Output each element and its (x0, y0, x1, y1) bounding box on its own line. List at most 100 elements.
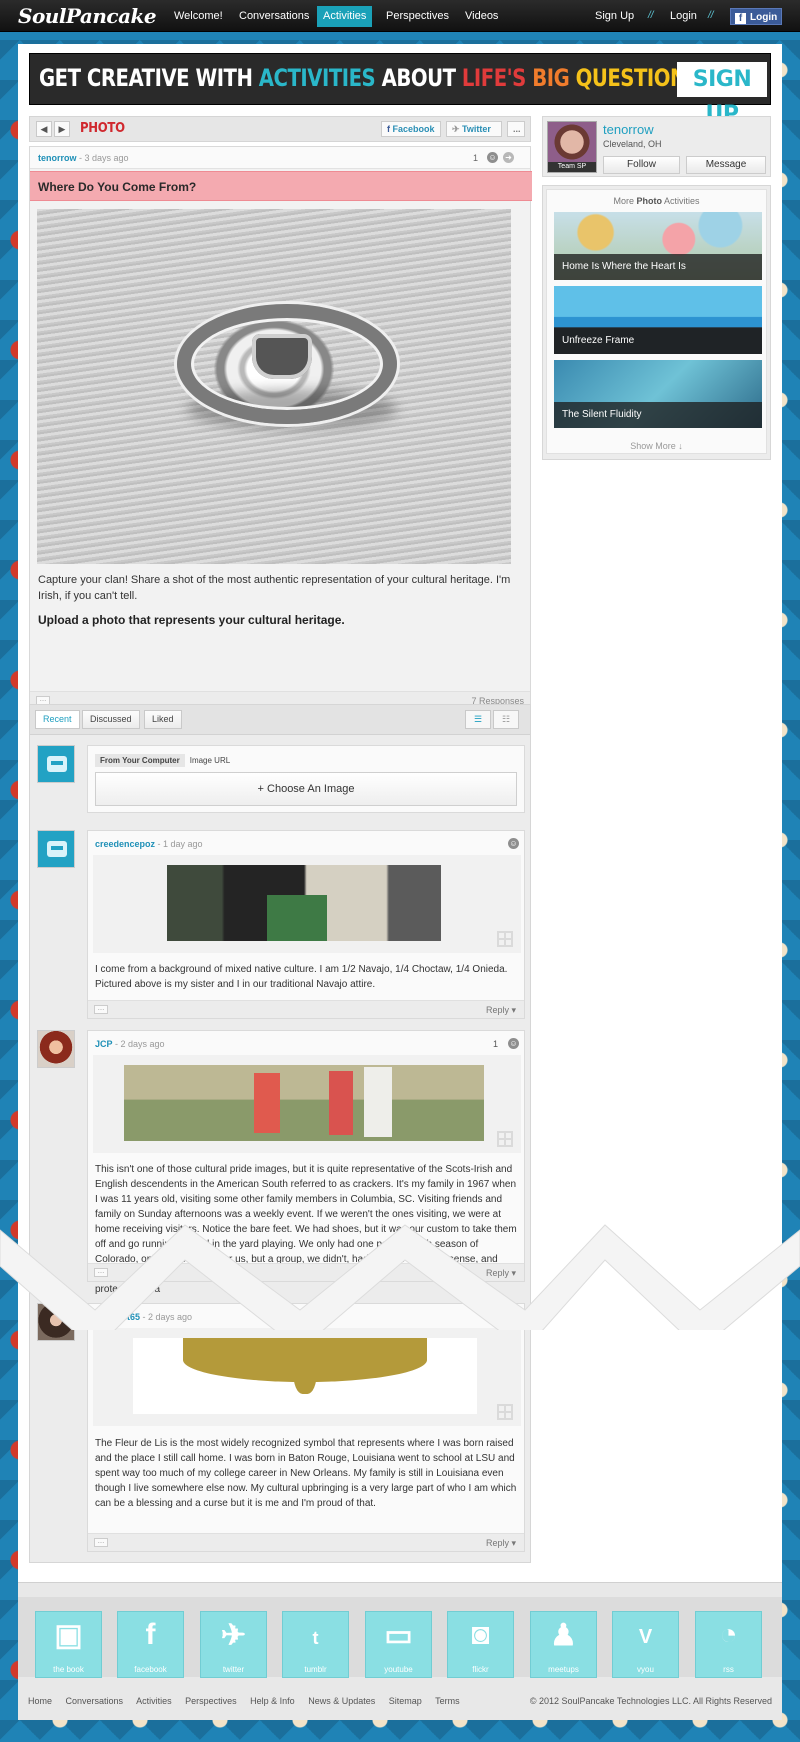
smiley-icon[interactable]: ☺ (508, 1311, 519, 1322)
reply-button[interactable]: Reply ▾ (486, 1268, 516, 1279)
flickr-link[interactable]: ◙ flickr (447, 1611, 514, 1678)
response-image[interactable] (167, 865, 441, 941)
reply-button[interactable]: Reply ▾ (486, 1005, 516, 1016)
rss-icon: ◔ (719, 1618, 738, 1651)
share-twitter-label: Twitter (462, 124, 491, 134)
activity-photo[interactable] (37, 209, 511, 564)
vyou-link[interactable]: Vvyou (612, 1611, 679, 1678)
more-activity-item[interactable]: Home Is Where the Heart Is (554, 212, 762, 280)
signup-banner[interactable]: GET CREATIVE WITH ACTIVITIES ABOUT LIFE'… (29, 53, 771, 127)
response-footer: … Reply ▾ (88, 1000, 524, 1018)
tab-image-url[interactable]: Image URL (185, 754, 235, 767)
list-view-icon[interactable]: ☰ (465, 710, 491, 729)
more-activity-item[interactable]: The Silent Fluidity (554, 360, 762, 428)
next-arrow-icon[interactable]: ▶ (54, 121, 70, 137)
activity-meta: tenorrow - 3 days ago 1 ☺ ➜ (30, 147, 530, 169)
nav-perspectives[interactable]: Perspectives (380, 6, 455, 27)
avatar[interactable] (37, 1030, 75, 1068)
banner-text-3: ABOUT (375, 64, 462, 92)
arrow-right-icon[interactable]: ➜ (503, 152, 514, 163)
share-twitter-button[interactable]: ✈ Twitter (446, 121, 502, 137)
tab-from-computer[interactable]: From Your Computer (95, 754, 185, 767)
smiley-icon[interactable]: ☺ (508, 838, 519, 849)
grid-icon[interactable] (497, 1404, 513, 1420)
footer-icon-label: facebook (134, 1665, 167, 1674)
more-dots-button[interactable]: … (94, 1538, 108, 1547)
author-link[interactable]: tenorrow (38, 153, 77, 163)
footer-link-perspectives[interactable]: Perspectives (185, 1696, 237, 1706)
youtube-link[interactable]: ▭ youtube (365, 1611, 432, 1678)
response-byline: Novelist65 - 2 days ago (95, 1312, 192, 1322)
responses-tabs: Recent Discussed Liked ☰ ☷ (30, 705, 530, 735)
footer-link-sitemap[interactable]: Sitemap (389, 1696, 422, 1706)
compact-view-icon[interactable]: ☷ (493, 710, 519, 729)
grid-icon[interactable] (497, 931, 513, 947)
soulpancake-logo[interactable]: SoulPancake (18, 4, 157, 28)
share-facebook-label: Facebook (392, 124, 435, 134)
footer-link-conversations[interactable]: Conversations (66, 1696, 124, 1706)
facebook-login-label: Login (750, 12, 778, 23)
facebook-login-button[interactable]: f Login (730, 8, 782, 25)
nav-activities[interactable]: Activities (317, 6, 373, 27)
smiley-icon[interactable]: ☺ (508, 1038, 519, 1049)
nav-sign-up[interactable]: Sign Up (589, 6, 640, 27)
banner-signup-button[interactable]: SIGN UP (677, 62, 767, 127)
team-badge: Team SP (548, 162, 596, 172)
smiley-icon[interactable]: ☺ (487, 152, 498, 163)
twitter-link[interactable]: ✈ twitter (200, 1611, 267, 1678)
footer-icon-label: vyou (637, 1665, 654, 1674)
more-activity-item[interactable]: Unfreeze Frame (554, 286, 762, 354)
nav-conversations[interactable]: Conversations (233, 6, 315, 27)
response-item: JCP - 2 days ago 1 ☺ This isn't one of t… (87, 1030, 525, 1295)
author-link[interactable]: Novelist65 (95, 1312, 140, 1322)
profile-name[interactable]: tenorrow (603, 122, 654, 137)
follow-button[interactable]: Follow (603, 156, 680, 174)
like-count: 2 (493, 1312, 499, 1322)
the-book-link[interactable]: ▣ the book (35, 1611, 102, 1678)
tab-recent[interactable]: Recent (35, 710, 80, 729)
photo-figure (329, 1071, 353, 1135)
choose-image-button[interactable]: + Choose An Image (95, 772, 517, 806)
response-footer: … Reply ▾ (88, 1263, 524, 1281)
show-more-link[interactable]: Show More ↓ (547, 441, 766, 451)
nav-login[interactable]: Login (664, 6, 703, 27)
avatar (37, 745, 75, 783)
photo-figure (254, 1073, 280, 1133)
footer-link-home[interactable]: Home (28, 1696, 52, 1706)
nav-videos[interactable]: Videos (459, 6, 504, 27)
rss-link[interactable]: ◔ rss (695, 1611, 762, 1678)
facebook-link[interactable]: f facebook (117, 1611, 184, 1678)
tumblr-link[interactable]: t tumblr (282, 1611, 349, 1678)
footer-link-help[interactable]: Help & Info (250, 1696, 295, 1706)
more-title-post: Activities (662, 196, 700, 206)
more-options-button[interactable]: ... (507, 121, 525, 137)
photo-dress (267, 895, 327, 941)
footer-link-activities[interactable]: Activities (136, 1696, 172, 1706)
nav-separator: // (648, 10, 654, 21)
response-time: - 2 days ago (140, 1312, 193, 1322)
activity-description: Capture your clan! Share a shot of the m… (38, 574, 511, 602)
meetups-link[interactable]: ♟ meetups (530, 1611, 597, 1678)
share-facebook-button[interactable]: f Facebook (381, 121, 441, 137)
more-dots-button[interactable]: … (94, 1268, 108, 1277)
nav-welcome[interactable]: Welcome! (168, 6, 229, 27)
response-image[interactable] (124, 1065, 484, 1141)
avatar[interactable] (37, 1303, 75, 1341)
grid-icon[interactable] (497, 1131, 513, 1147)
avatar[interactable] (37, 830, 75, 868)
prev-arrow-icon[interactable]: ◀ (36, 121, 52, 137)
response-image[interactable] (133, 1338, 477, 1414)
author-link[interactable]: creedencepoz (95, 839, 155, 849)
tab-liked[interactable]: Liked (144, 710, 182, 729)
response-time: - 2 days ago (112, 1039, 165, 1049)
footer-link-terms[interactable]: Terms (435, 1696, 460, 1706)
message-button[interactable]: Message (686, 156, 766, 174)
tab-discussed[interactable]: Discussed (82, 710, 140, 729)
tv-icon: ▭ (384, 1619, 413, 1652)
author-link[interactable]: JCP (95, 1039, 113, 1049)
footer-link-news[interactable]: News & Updates (308, 1696, 375, 1706)
avatar[interactable]: Team SP (547, 121, 597, 173)
activity-prompt: Upload a photo that represents your cult… (38, 613, 345, 627)
more-dots-button[interactable]: … (94, 1005, 108, 1014)
reply-button[interactable]: Reply ▾ (486, 1538, 516, 1549)
